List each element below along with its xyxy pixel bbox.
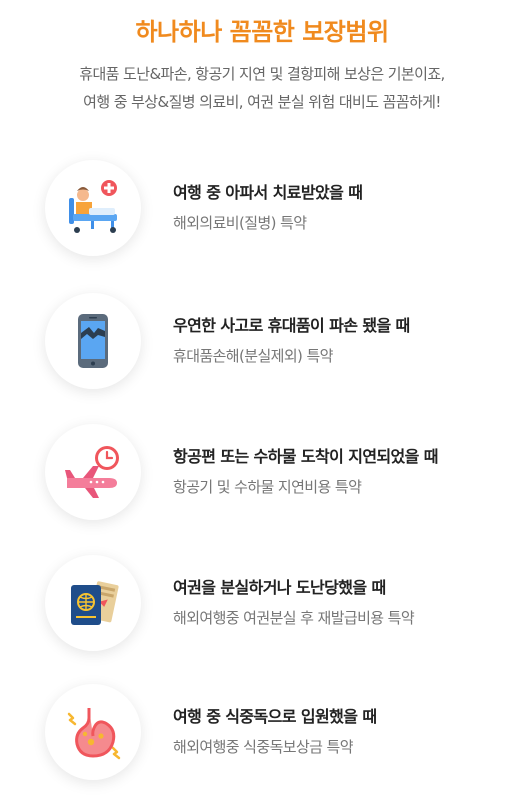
page-subtitle: 휴대품 도난&파손, 항공기 지연 및 결항피해 보상은 기본이죠, 여행 중 …	[0, 60, 524, 116]
item-subtitle: 휴대품손해(분실제외) 특약	[173, 347, 333, 365]
coverage-item-device-damage: 우연한 사고로 휴대품이 파손 됐을 때 휴대품손해(분실제외) 특약	[45, 293, 515, 389]
item-subtitle: 해외여행중 여권분실 후 재발급비용 특약	[173, 609, 415, 627]
coverage-item-flight-delay: 항공편 또는 수하물 도착이 지연되었을 때 항공기 및 수하물 지연비용 특약	[45, 424, 515, 520]
coverage-item-medical: 여행 중 아파서 치료받았을 때 해외의료비(질병) 특약	[45, 160, 515, 256]
coverage-item-food-poisoning: 여행 중 식중독으로 입원했을 때 해외여행중 식중독보상금 특약	[45, 684, 515, 780]
hospital-bed-icon	[69, 180, 117, 233]
item-text: 여행 중 식중독으로 입원했을 때 해외여행중 식중독보상금 특약	[173, 706, 523, 758]
item-text: 여권을 분실하거나 도난당했을 때 해외여행중 여권분실 후 재발급비용 특약	[173, 577, 523, 629]
icon-circle	[45, 555, 141, 651]
subtitle-line-1: 휴대품 도난&파손, 항공기 지연 및 결항피해 보상은 기본이죠,	[79, 65, 445, 83]
item-subtitle: 해외의료비(질병) 특약	[173, 214, 307, 232]
item-subtitle: 해외여행중 식중독보상금 특약	[173, 738, 354, 756]
coverage-item-passport-loss: 여권을 분실하거나 도난당했을 때 해외여행중 여권분실 후 재발급비용 특약	[45, 555, 515, 651]
stomach-icon	[67, 708, 121, 760]
delayed-flight-icon	[65, 446, 119, 498]
icon-circle	[45, 160, 141, 256]
item-title: 여행 중 아파서 치료받았을 때	[173, 183, 363, 202]
subtitle-line-2: 여행 중 부상&질병 의료비, 여권 분실 위험 대비도 꼼꼼하게!	[83, 93, 441, 111]
icon-circle	[45, 424, 141, 520]
passport-icon	[71, 581, 119, 625]
icon-circle	[45, 293, 141, 389]
item-subtitle: 항공기 및 수하물 지연비용 특약	[173, 478, 362, 496]
item-title: 우연한 사고로 휴대품이 파손 됐을 때	[173, 316, 410, 335]
icon-circle	[45, 684, 141, 780]
broken-phone-icon	[78, 314, 108, 368]
item-title: 항공편 또는 수하물 도착이 지연되었을 때	[173, 447, 439, 466]
item-text: 여행 중 아파서 치료받았을 때 해외의료비(질병) 특약	[173, 182, 523, 234]
item-text: 우연한 사고로 휴대품이 파손 됐을 때 휴대품손해(분실제외) 특약	[173, 315, 523, 367]
item-title: 여권을 분실하거나 도난당했을 때	[173, 578, 386, 597]
page-title: 하나하나 꼼꼼한 보장범위	[135, 18, 389, 46]
item-title: 여행 중 식중독으로 입원했을 때	[173, 707, 377, 726]
item-text: 항공편 또는 수하물 도착이 지연되었을 때 항공기 및 수하물 지연비용 특약	[173, 446, 523, 498]
